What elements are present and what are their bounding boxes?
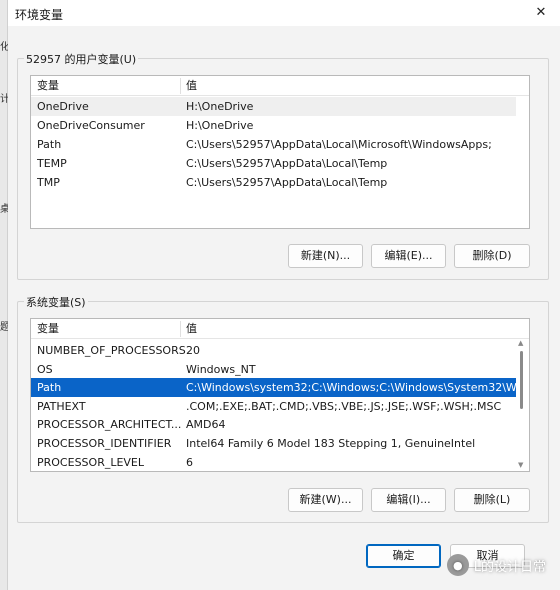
variable-name: OS: [37, 363, 53, 376]
variable-value: H:\OneDrive: [186, 100, 254, 113]
user-new-button[interactable]: 新建(N)...: [288, 244, 363, 268]
scroll-thumb[interactable]: [520, 351, 523, 409]
system-edit-button[interactable]: 编辑(I)...: [371, 488, 446, 512]
variable-name: PROCESSOR_ARCHITECT...: [37, 418, 182, 431]
variable-name: TMP: [37, 176, 60, 189]
system-delete-button[interactable]: 删除(L): [454, 488, 530, 512]
variable-value: Windows_NT: [186, 363, 256, 376]
variable-value: .COM;.EXE;.BAT;.CMD;.VBS;.VBE;.JS;.JSE;.…: [186, 400, 502, 413]
variable-value: 6: [186, 456, 193, 469]
system-row-os[interactable]: OS Windows_NT: [31, 360, 516, 379]
user-variables-label: 52957 的用户变量(U): [24, 51, 139, 67]
system-row-pathext[interactable]: PATHEXT .COM;.EXE;.BAT;.CMD;.VBS;.VBE;.J…: [31, 397, 516, 416]
variable-name: Path: [37, 138, 62, 151]
column-header-value[interactable]: 值: [180, 76, 197, 96]
variable-name: PROCESSOR_IDENTIFIER: [37, 437, 172, 450]
system-row-processor-identifier[interactable]: PROCESSOR_IDENTIFIER Intel64 Family 6 Mo…: [31, 434, 516, 453]
system-variables-list[interactable]: 变量 值 NUMBER_OF_PROCESSORS 20 OS Windows_…: [30, 318, 530, 472]
user-edit-button[interactable]: 编辑(E)...: [371, 244, 446, 268]
title-bar: 环境变量 ✕: [8, 0, 560, 26]
variable-name: TEMP: [37, 157, 67, 170]
variable-name: NUMBER_OF_PROCESSORS: [37, 344, 186, 357]
system-row-processor-level[interactable]: PROCESSOR_LEVEL 6: [31, 453, 516, 471]
variable-name: OneDriveConsumer: [37, 119, 145, 132]
system-variables-label: 系统变量(S): [24, 294, 88, 310]
variable-value: C:\Windows\system32;C:\Windows;C:\Window…: [186, 381, 530, 394]
list-header: 变量 值: [31, 319, 529, 339]
watermark: ● L的设计日常: [446, 552, 546, 578]
user-row-temp[interactable]: TEMP C:\Users\52957\AppData\Local\Temp: [31, 154, 516, 173]
variable-name: PATHEXT: [37, 400, 86, 413]
column-header-variable[interactable]: 变量: [31, 76, 59, 96]
variable-value: C:\Users\52957\AppData\Local\Microsoft\W…: [186, 138, 492, 151]
variable-value: 20: [186, 344, 200, 357]
user-variables-list[interactable]: 变量 值 OneDrive H:\OneDrive OneDriveConsum…: [30, 75, 530, 229]
dialog-title: 环境变量: [15, 8, 64, 22]
close-icon: ✕: [535, 5, 547, 20]
system-row-processor-architecture[interactable]: PROCESSOR_ARCHITECT... AMD64: [31, 415, 516, 434]
ok-button[interactable]: 确定: [366, 544, 441, 568]
variable-value: H:\OneDrive: [186, 119, 254, 132]
system-new-button[interactable]: 新建(W)...: [288, 488, 363, 512]
column-header-variable[interactable]: 变量: [31, 319, 59, 339]
user-row-tmp[interactable]: TMP C:\Users\52957\AppData\Local\Temp: [31, 173, 516, 192]
variable-value: Intel64 Family 6 Model 183 Stepping 1, G…: [186, 437, 476, 450]
variable-name: OneDrive: [37, 100, 89, 113]
close-button[interactable]: ✕: [528, 2, 554, 24]
watermark-text: L的设计日常: [473, 559, 546, 575]
user-row-path[interactable]: Path C:\Users\52957\AppData\Local\Micros…: [31, 135, 516, 154]
scroll-up-icon[interactable]: ▲: [518, 339, 523, 347]
column-header-value[interactable]: 值: [180, 319, 197, 339]
env-variables-dialog: 环境变量 ✕ 52957 的用户变量(U) 变量 值 OneDrive H:\O…: [8, 0, 560, 590]
scroll-down-icon[interactable]: ▼: [518, 461, 523, 469]
user-row-onedriveconsumer[interactable]: OneDriveConsumer H:\OneDrive: [31, 116, 516, 135]
variable-value: C:\Users\52957\AppData\Local\Temp: [186, 176, 388, 189]
list-header: 变量 值: [31, 76, 529, 96]
user-delete-button[interactable]: 删除(D): [454, 244, 530, 268]
variable-name: Path: [37, 381, 62, 394]
wechat-icon: ●: [446, 554, 469, 576]
vertical-scrollbar[interactable]: ▲ ▼: [517, 339, 527, 469]
variable-value: AMD64: [186, 418, 226, 431]
system-row-number-of-processors[interactable]: NUMBER_OF_PROCESSORS 20: [31, 341, 516, 360]
variable-name: PROCESSOR_LEVEL: [37, 456, 145, 469]
variable-value: C:\Users\52957\AppData\Local\Temp: [186, 157, 388, 170]
user-row-onedrive[interactable]: OneDrive H:\OneDrive: [31, 97, 516, 116]
background-window-strip: 化 计 桌 题: [0, 0, 10, 590]
system-row-path[interactable]: Path C:\Windows\system32;C:\Windows;C:\W…: [31, 378, 529, 397]
